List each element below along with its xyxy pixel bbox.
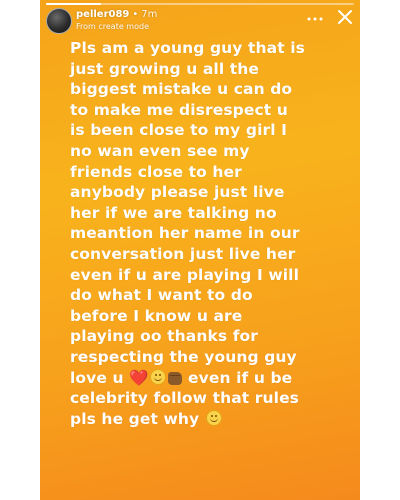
message-line: anybody please just live — [70, 183, 285, 202]
story-progress-fill — [46, 3, 102, 5]
username[interactable]: peller089 — [76, 9, 129, 20]
message-line: respecting the young guy — [70, 347, 297, 366]
message-line: Pls am a young guy that is — [70, 39, 305, 57]
post-time: 7m — [141, 9, 158, 20]
create-mode-label[interactable]: From create mode — [76, 22, 149, 31]
separator-dot: • — [132, 9, 139, 20]
message-line: friends close to her — [70, 162, 242, 181]
message-line: her if we are talking no — [70, 203, 277, 222]
story-progress-bar — [46, 3, 354, 5]
message-line: celebrity follow that rules — [70, 389, 300, 408]
message-line: just growing u all the — [70, 59, 259, 78]
love-text: love u — [70, 368, 124, 387]
message-line: conversation just live her — [70, 244, 296, 263]
avatar[interactable] — [46, 8, 72, 34]
story-user-line: peller089 • 7m — [76, 9, 157, 20]
message-line: to make me disrespect u — [70, 100, 288, 119]
message-line: no wan even see my — [70, 141, 250, 160]
smiling-face-emoji — [149, 368, 166, 385]
story-message-text: Pls am a young guy that is just growing … — [70, 38, 356, 429]
last-line-text: pls he get why — [70, 409, 200, 428]
message-line: playing oo thanks for — [70, 327, 259, 346]
more-dots-icon[interactable] — [306, 14, 324, 24]
message-line: even if u are playing I will — [70, 265, 300, 284]
love-tail-text: even if u be — [188, 368, 293, 387]
story-header: peller089 • 7m From create mode — [46, 8, 354, 36]
message-line: biggest mistake u can do — [70, 80, 293, 99]
heart-emoji: ❤️ — [129, 368, 149, 387]
message-line: is been close to my girl I — [70, 121, 288, 140]
message-line: do what I want to do — [70, 286, 253, 305]
smiling-face-emoji — [205, 409, 222, 426]
fist-bump-emoji — [167, 371, 182, 385]
close-icon[interactable] — [336, 8, 354, 26]
message-line: before I know u are — [70, 306, 243, 325]
message-line-emoji: love u ❤️ even if u be — [70, 368, 356, 389]
message-line-last: pls he get why — [70, 409, 356, 430]
message-line: meantion her name in our — [70, 224, 300, 243]
